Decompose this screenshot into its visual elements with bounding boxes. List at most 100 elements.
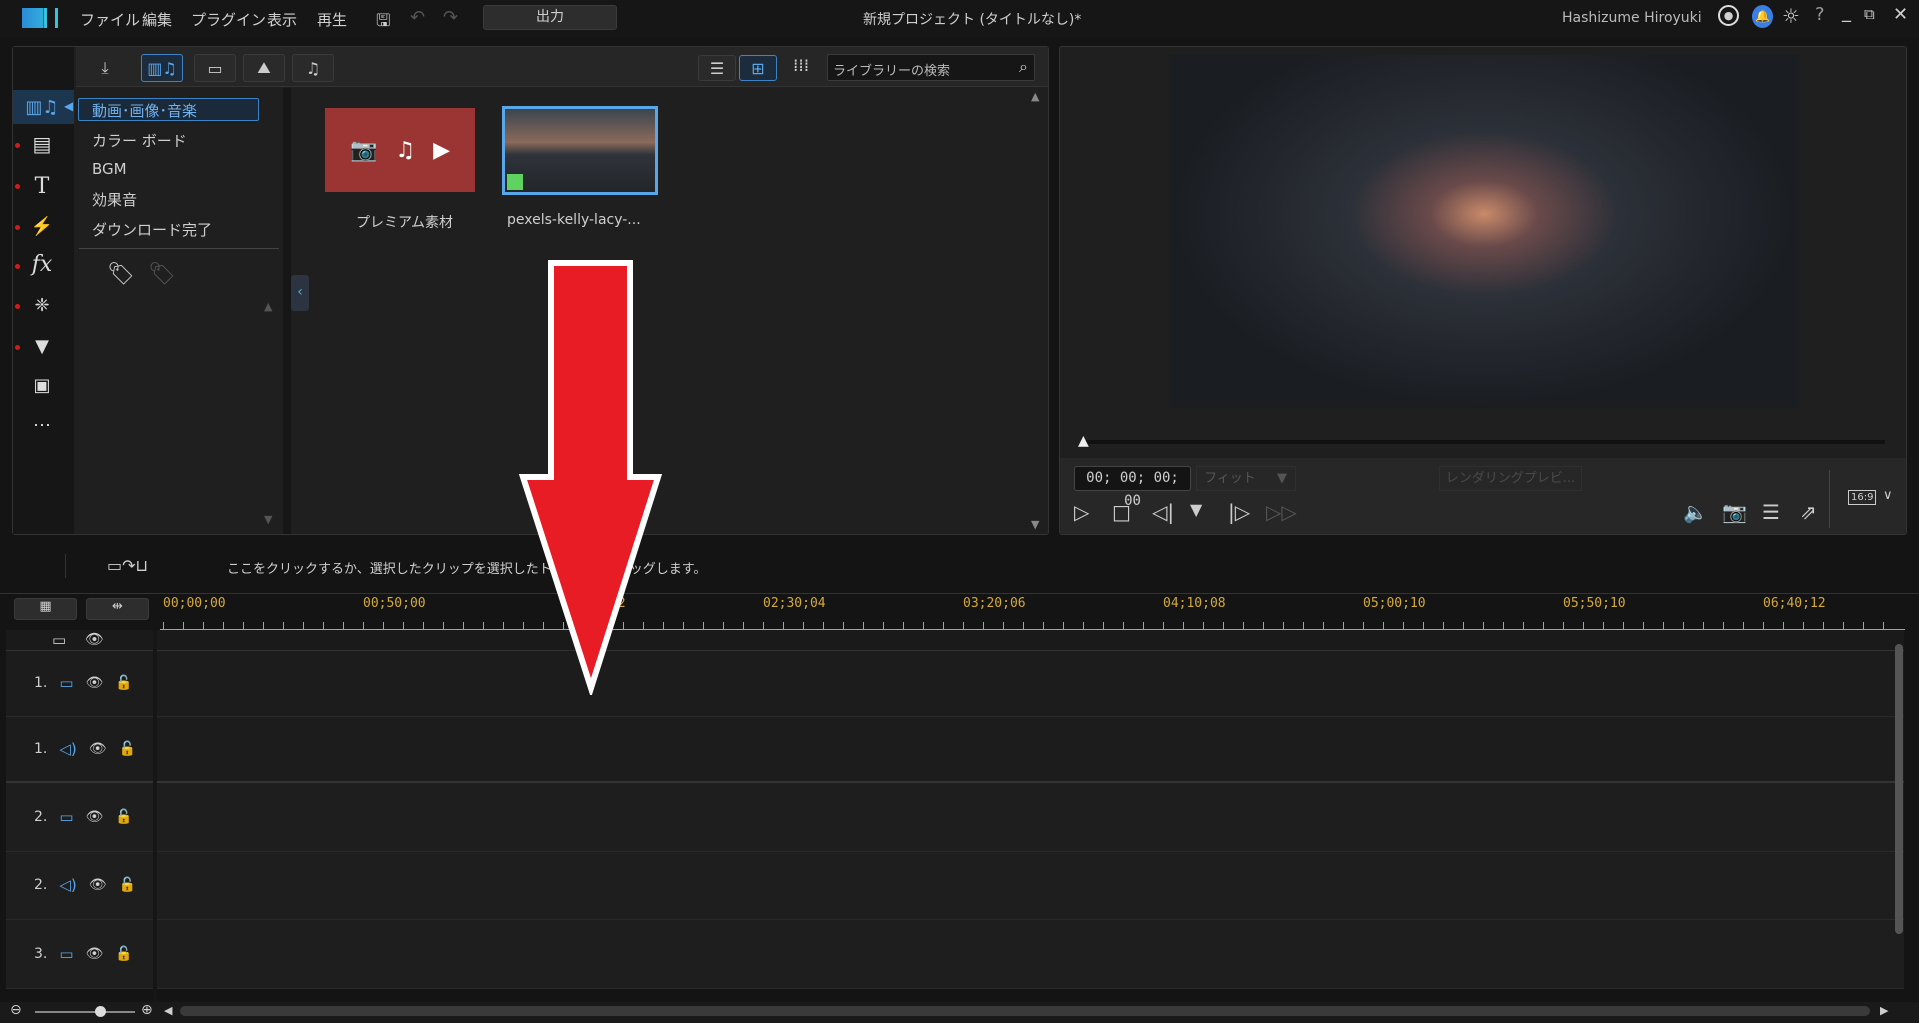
category-bgm[interactable]: BGM: [92, 160, 127, 178]
output-button[interactable]: 出力: [483, 5, 617, 30]
remove-tag-icon[interactable]: 🏷: [148, 262, 176, 287]
camera-snapshot-icon[interactable]: 📷: [1722, 500, 1747, 524]
list-view-button[interactable]: ☰: [698, 55, 736, 81]
zoom-slider[interactable]: [35, 1011, 135, 1013]
audio-mixer-icon[interactable]: ▼: [22, 331, 62, 361]
import-media-icon[interactable]: ⤓: [84, 54, 126, 82]
lock-icon[interactable]: 🔓: [119, 877, 136, 893]
close-icon[interactable]: ✕: [1893, 4, 1908, 25]
timeline-track-video[interactable]: [6, 783, 1904, 852]
transition-room-icon[interactable]: ⚡: [22, 211, 62, 241]
track-splitter[interactable]: [153, 630, 157, 1002]
aspect-ratio-value[interactable]: 16:9: [1848, 490, 1877, 505]
lock-icon[interactable]: 🔓: [119, 741, 136, 757]
ruler-tick: [1243, 622, 1244, 630]
new-dot: [15, 225, 20, 230]
menu-view[interactable]: 表示: [267, 9, 297, 30]
subtitle-track-icon: ▭: [52, 631, 67, 649]
fx-room-icon[interactable]: fx: [22, 249, 62, 279]
fit-timeline-button[interactable]: ⇹: [86, 598, 149, 620]
category-scroll-up[interactable]: ▲: [264, 300, 272, 313]
next-frame-icon[interactable]: |▷: [1228, 500, 1250, 524]
collapse-panel-button[interactable]: ‹: [291, 275, 309, 311]
timeline-vertical-scrollbar[interactable]: [1895, 644, 1903, 934]
splitter[interactable]: [283, 88, 291, 534]
timeline-track-audio[interactable]: [6, 717, 1904, 783]
timeline-track-video[interactable]: [6, 651, 1904, 717]
template-room-icon[interactable]: ▤: [22, 129, 62, 159]
zoom-out-icon[interactable]: ⊖: [10, 1002, 22, 1018]
undock-preview-icon[interactable]: ⇗: [1800, 500, 1817, 524]
category-scroll-down[interactable]: ▼: [264, 513, 272, 526]
play-icon[interactable]: ▷: [1074, 500, 1089, 524]
stop-icon[interactable]: □: [1112, 500, 1131, 524]
eye-icon[interactable]: 👁: [89, 877, 107, 893]
settings-gear-icon[interactable]: ☼: [1782, 4, 1800, 28]
aspect-chevron-icon[interactable]: ∨: [1883, 488, 1893, 503]
render-preview-button[interactable]: レンダリングプレビ...: [1439, 466, 1582, 491]
timeline-track-video[interactable]: [6, 920, 1904, 989]
undo-icon[interactable]: ↶: [410, 7, 425, 28]
redo-icon[interactable]: ↷: [443, 7, 458, 28]
category-sound-effects[interactable]: 効果音: [92, 189, 137, 210]
search-icon[interactable]: ⌕: [1019, 57, 1028, 77]
particle-room-icon[interactable]: ❈: [22, 290, 62, 320]
timeline-horizontal-scrollbar[interactable]: [180, 1006, 1870, 1016]
eye-icon[interactable]: 👁: [86, 946, 104, 962]
lock-icon[interactable]: 🔓: [115, 946, 132, 962]
premium-content-tile[interactable]: 📷 ♫ ▶: [325, 108, 475, 192]
ruler-tick: [783, 622, 784, 630]
media-room-icon[interactable]: ▥♫: [22, 92, 62, 122]
zoom-in-icon[interactable]: ⊕: [141, 1002, 153, 1018]
fast-forward-icon[interactable]: ▷▷: [1266, 500, 1297, 524]
category-color-board[interactable]: カラー ボード: [92, 130, 187, 151]
eye-icon[interactable]: 👁: [86, 809, 104, 825]
subtitle-room-icon[interactable]: ▣: [22, 370, 62, 400]
subtitle-icon[interactable]: ☰: [1762, 500, 1780, 524]
filter-video-button[interactable]: ▭: [194, 54, 236, 82]
library-scroll-up[interactable]: ▲: [1031, 90, 1039, 103]
insert-to-track-icon[interactable]: ▭↷⊔: [107, 556, 148, 575]
filter-audio-button[interactable]: ♫: [292, 54, 334, 82]
lock-icon[interactable]: 🔓: [115, 675, 132, 691]
filter-all-media-button[interactable]: ▥♫: [141, 54, 183, 82]
sort-icon[interactable]: ⁞⁞⁞: [793, 56, 809, 76]
user-name[interactable]: Hashizume Hiroyuki: [1562, 10, 1702, 26]
library-search-input[interactable]: ライブラリーの検索 ⌕: [827, 54, 1035, 81]
menu-edit[interactable]: 編集: [142, 9, 172, 30]
category-downloaded[interactable]: ダウンロード完了: [92, 219, 212, 240]
title-room-icon[interactable]: T: [22, 171, 62, 201]
add-tag-icon[interactable]: 🏷: [107, 262, 135, 287]
scrubber-track[interactable]: [1085, 440, 1885, 444]
volume-icon[interactable]: 🔈: [1683, 500, 1708, 524]
scrubber-handle[interactable]: ▲: [1078, 433, 1089, 449]
restore-icon[interactable]: ⧉: [1864, 5, 1875, 23]
timecode-field[interactable]: 00; 00; 00; 00: [1074, 466, 1191, 509]
zoom-slider-handle[interactable]: [95, 1006, 106, 1017]
filter-image-button[interactable]: ⛰: [243, 54, 285, 82]
lock-icon[interactable]: 🔓: [115, 809, 132, 825]
menu-file[interactable]: ファイル: [80, 9, 140, 30]
scroll-right-icon[interactable]: ▶: [1880, 1004, 1888, 1017]
previous-frame-icon[interactable]: ◁|: [1152, 500, 1174, 524]
menu-play[interactable]: 再生: [317, 9, 347, 30]
category-media[interactable]: 動画･画像･音楽: [92, 100, 197, 121]
zoom-fit-select[interactable]: フィット ▼: [1196, 466, 1296, 491]
eye-icon[interactable]: 👁: [89, 741, 107, 757]
eye-icon[interactable]: 👁: [85, 630, 104, 648]
account-icon[interactable]: ●: [1718, 5, 1739, 26]
save-icon[interactable]: 🖫: [376, 8, 390, 37]
video-clip-thumbnail[interactable]: [502, 106, 658, 195]
snapshot-marker-icon[interactable]: ▼: [1190, 500, 1202, 519]
more-rooms-icon[interactable]: ⋯: [22, 410, 62, 440]
eye-icon[interactable]: 👁: [86, 675, 104, 691]
track-manager-button[interactable]: ▦: [14, 598, 77, 620]
help-icon[interactable]: ?: [1815, 4, 1825, 25]
notification-bell-icon[interactable]: 🔔: [1752, 5, 1773, 28]
scroll-left-icon[interactable]: ◀: [164, 1004, 172, 1017]
timeline-track-audio[interactable]: [6, 852, 1904, 920]
minimize-icon[interactable]: _: [1842, 2, 1851, 23]
library-scroll-down[interactable]: ▼: [1031, 518, 1039, 531]
menu-plugins[interactable]: プラグイン: [191, 9, 266, 30]
grid-view-button[interactable]: ⊞: [739, 55, 777, 81]
